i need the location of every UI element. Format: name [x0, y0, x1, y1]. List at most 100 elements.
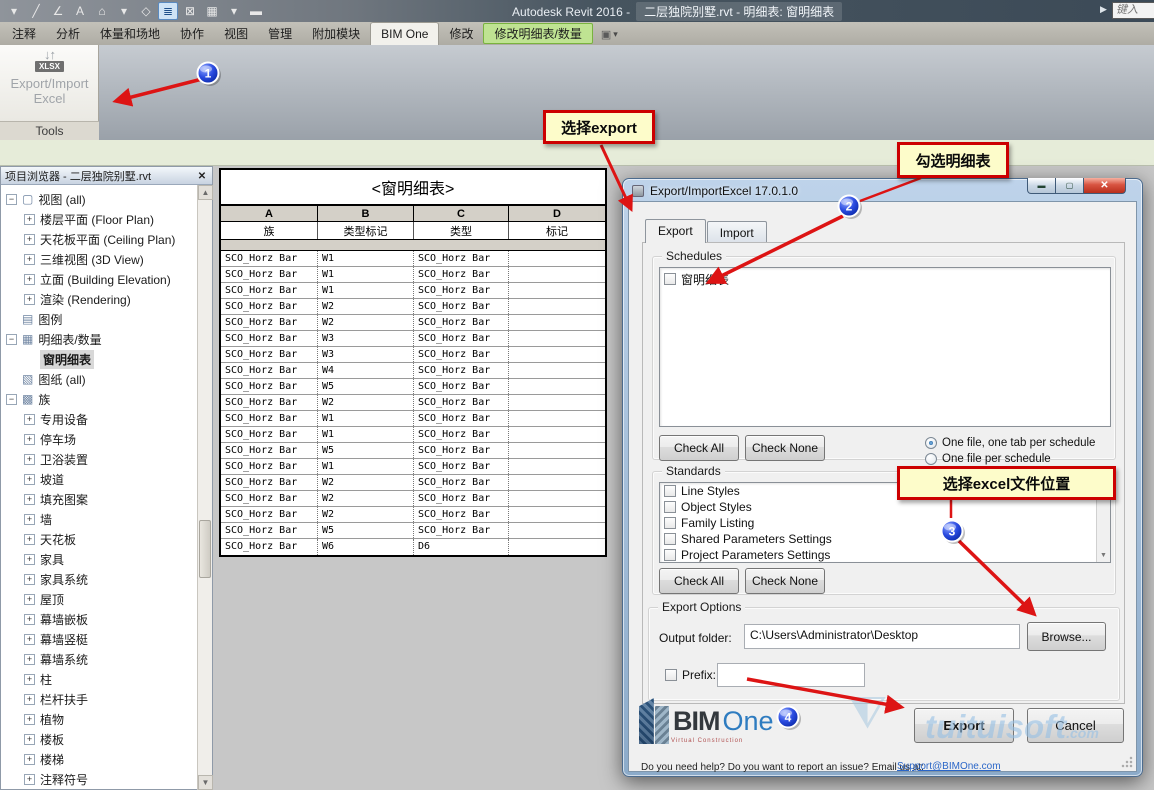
tree-item[interactable]: + 填充图案: [1, 489, 197, 509]
ribbon-collapse-control[interactable]: ▣ ▾: [601, 28, 618, 41]
tree-item[interactable]: + 家具: [1, 549, 197, 569]
schedules-check-all-button[interactable]: Check All: [659, 435, 739, 461]
tab-modify[interactable]: 修改: [439, 22, 483, 45]
tree-toggle-icon[interactable]: +: [24, 553, 35, 565]
tree-item[interactable]: − ▦ 明细表/数量: [1, 329, 197, 349]
tree-item[interactable]: + 三维视图 (3D View): [1, 249, 197, 269]
radio-option[interactable]: One file per schedule: [925, 453, 1051, 465]
cell-type[interactable]: SCO_Horz Bar: [414, 379, 509, 394]
tree-item[interactable]: + 坡道: [1, 469, 197, 489]
tree-toggle-icon[interactable]: +: [24, 413, 35, 425]
cell-type-mark[interactable]: W2: [318, 491, 414, 506]
cell-type[interactable]: SCO_Horz Bar: [414, 459, 509, 474]
infocenter-search-input[interactable]: 键入: [1112, 2, 1154, 19]
measure-icon[interactable]: ╱: [26, 2, 46, 20]
cell-family[interactable]: SCO_Horz Bar: [221, 507, 318, 522]
standards-check-none-button[interactable]: Check None: [745, 568, 825, 594]
cell-type-mark[interactable]: W2: [318, 299, 414, 314]
cell-family[interactable]: SCO_Horz Bar: [221, 523, 318, 538]
cell-type-mark[interactable]: W1: [318, 427, 414, 442]
tree-item[interactable]: + 屋顶: [1, 589, 197, 609]
cell-mark[interactable]: [509, 299, 605, 314]
tree-item[interactable]: + 墙: [1, 509, 197, 529]
tree-item[interactable]: + 楼层平面 (Floor Plan): [1, 209, 197, 229]
cell-type-mark[interactable]: W5: [318, 523, 414, 538]
cell-type-mark[interactable]: W3: [318, 331, 414, 346]
tree-toggle-icon[interactable]: +: [24, 673, 35, 685]
3d-view-caret-icon[interactable]: ▾: [114, 2, 134, 20]
tab-modify-schedule[interactable]: 修改明细表/数量: [483, 23, 593, 44]
tree-toggle-icon[interactable]: +: [24, 593, 35, 605]
tab-manage[interactable]: 管理: [258, 22, 302, 45]
tab-addins[interactable]: 附加模块: [302, 22, 370, 45]
tree-toggle-icon[interactable]: +: [24, 613, 35, 625]
tree-item[interactable]: + 渲染 (Rendering): [1, 289, 197, 309]
cell-family[interactable]: SCO_Horz Bar: [221, 379, 318, 394]
tree-toggle-icon[interactable]: −: [6, 333, 17, 345]
checkbox-icon[interactable]: [664, 273, 676, 285]
cell-mark[interactable]: [509, 267, 605, 282]
cell-type-mark[interactable]: W1: [318, 251, 414, 266]
cell-family[interactable]: SCO_Horz Bar: [221, 539, 318, 555]
column-letter[interactable]: D: [509, 206, 605, 221]
tree-item[interactable]: ▧ 图纸 (all): [1, 369, 197, 389]
column-header[interactable]: 标记: [509, 222, 605, 239]
tree-toggle-icon[interactable]: +: [24, 253, 35, 265]
cell-type-mark[interactable]: W1: [318, 459, 414, 474]
checkbox-icon[interactable]: [665, 669, 677, 681]
scroll-up-icon[interactable]: ▲: [198, 185, 213, 200]
cell-mark[interactable]: [509, 363, 605, 378]
column-letter[interactable]: C: [414, 206, 509, 221]
schedule-checkbox-row[interactable]: 窗明细表: [660, 271, 1110, 287]
tree-toggle-icon[interactable]: +: [24, 633, 35, 645]
cell-mark[interactable]: [509, 427, 605, 442]
tree-item[interactable]: + 停车场: [1, 429, 197, 449]
cell-type[interactable]: SCO_Horz Bar: [414, 507, 509, 522]
cell-type-mark[interactable]: W3: [318, 347, 414, 362]
dialog-tab-import[interactable]: Import: [706, 221, 767, 242]
cell-mark[interactable]: [509, 395, 605, 410]
cell-type[interactable]: SCO_Horz Bar: [414, 363, 509, 378]
cell-type-mark[interactable]: W5: [318, 379, 414, 394]
standard-checkbox-row[interactable]: Family Listing: [660, 515, 1110, 531]
radio-icon[interactable]: [925, 437, 937, 449]
qat-customize-caret-icon[interactable]: ▾: [4, 2, 24, 20]
cell-mark[interactable]: [509, 443, 605, 458]
close-button[interactable]: ✕: [1084, 178, 1126, 194]
cell-family[interactable]: SCO_Horz Bar: [221, 299, 318, 314]
tree-toggle-icon[interactable]: +: [24, 753, 35, 765]
cell-type[interactable]: SCO_Horz Bar: [414, 475, 509, 490]
cell-type[interactable]: SCO_Horz Bar: [414, 267, 509, 282]
tree-toggle-icon[interactable]: +: [24, 493, 35, 505]
tree-toggle-icon[interactable]: +: [24, 693, 35, 705]
cell-type-mark[interactable]: W2: [318, 507, 414, 522]
cell-mark[interactable]: [509, 475, 605, 490]
switch-windows-caret-icon[interactable]: ▾: [224, 2, 244, 20]
tree-item[interactable]: − ▢ 视图 (all): [1, 189, 197, 209]
prefix-input[interactable]: [717, 663, 865, 687]
checkbox-icon[interactable]: [664, 517, 676, 529]
checkbox-icon[interactable]: [664, 549, 676, 561]
tree-item[interactable]: + 家具系统: [1, 569, 197, 589]
cell-type-mark[interactable]: W2: [318, 395, 414, 410]
maximize-button[interactable]: ▢: [1056, 178, 1084, 194]
cell-mark[interactable]: [509, 459, 605, 474]
cell-type[interactable]: SCO_Horz Bar: [414, 523, 509, 538]
standard-checkbox-row[interactable]: Shared Parameters Settings: [660, 531, 1110, 547]
cell-type-mark[interactable]: W6: [318, 539, 414, 555]
cell-type-mark[interactable]: W1: [318, 411, 414, 426]
tree-item[interactable]: + 柱: [1, 669, 197, 689]
aligned-dimension-icon[interactable]: ∠: [48, 2, 68, 20]
cell-mark[interactable]: [509, 315, 605, 330]
tree-item[interactable]: + 天花板: [1, 529, 197, 549]
tree-toggle-icon[interactable]: +: [24, 573, 35, 585]
tree-item[interactable]: + 天花板平面 (Ceiling Plan): [1, 229, 197, 249]
standard-checkbox-row[interactable]: Project Parameters Settings: [660, 547, 1110, 562]
radio-option[interactable]: One file, one tab per schedule: [925, 437, 1095, 449]
cell-family[interactable]: SCO_Horz Bar: [221, 491, 318, 506]
cell-family[interactable]: SCO_Horz Bar: [221, 363, 318, 378]
tree-item[interactable]: + 楼梯: [1, 749, 197, 769]
cell-mark[interactable]: [509, 539, 605, 555]
cell-family[interactable]: SCO_Horz Bar: [221, 427, 318, 442]
switch-windows-icon[interactable]: ▦: [202, 2, 222, 20]
